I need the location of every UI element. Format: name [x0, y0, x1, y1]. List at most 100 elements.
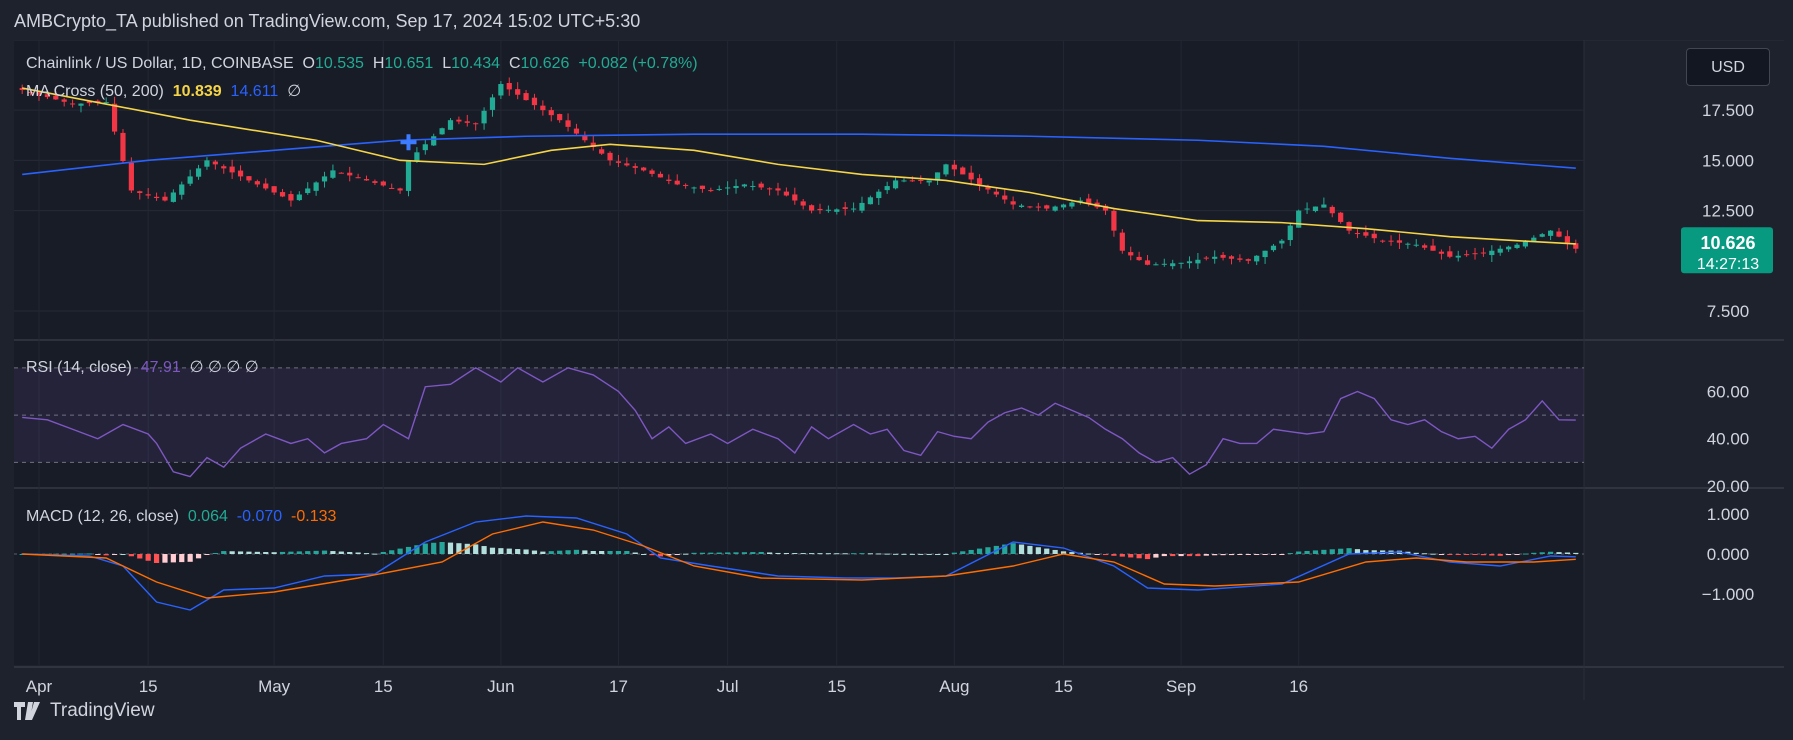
macd-histogram-bar [1102, 554, 1109, 556]
chart-canvas[interactable]: 17.500 15.000 12.500 7.500 60.00 40.00 20.00 1.… [0, 40, 1793, 700]
candle-down [162, 196, 168, 201]
time-tick-label: Jul [717, 677, 739, 696]
candle-up [1195, 259, 1201, 264]
macd-tick-label: 0.000 [1707, 545, 1750, 564]
candle-down [137, 191, 143, 193]
candle-down [960, 167, 966, 175]
candle-up [204, 160, 210, 167]
candle-up [1018, 205, 1025, 207]
ma-legend: MA Cross (50, 200) 10.839 14.611 ∅ [26, 81, 301, 101]
rsi-label: RSI (14, close) [26, 359, 132, 376]
macd-legend: MACD (12, 26, close) 0.064 -0.070 -0.133 [26, 508, 336, 526]
macd-histogram-bar [1178, 554, 1184, 557]
macd-histogram-bar [389, 550, 395, 554]
macd-histogram-bar [750, 552, 756, 554]
macd-histogram-bar [145, 554, 151, 561]
time-tick-label: Aug [939, 677, 969, 696]
macd-histogram-bar [1018, 544, 1025, 554]
macd-histogram-bar [523, 549, 529, 554]
symbol-label: Chainlink / US Dollar, 1D, COINBASE [26, 55, 294, 72]
candle-up [1262, 250, 1268, 258]
macd-histogram-bar [985, 547, 991, 554]
candle-down [1245, 259, 1251, 261]
macd-histogram-bar [1531, 552, 1537, 554]
rsi-extra: ∅ ∅ ∅ ∅ [189, 359, 259, 376]
macd-histogram-bar [1027, 545, 1033, 554]
price-tick-label: 7.500 [1707, 302, 1750, 321]
macd-histogram-bar [741, 552, 748, 554]
macd-histogram-bar [305, 551, 311, 554]
macd-tick-label: 1.000 [1707, 505, 1750, 524]
candle-down [111, 103, 118, 132]
macd-histogram-bar [1195, 554, 1201, 557]
low-value: 10.434 [451, 55, 501, 72]
macd-histogram-bar [725, 552, 731, 554]
macd-histogram-bar [708, 552, 714, 554]
candle-down [792, 194, 798, 201]
macd-histogram-bar [876, 553, 882, 555]
candle-up [867, 197, 873, 205]
candle-down [380, 181, 386, 186]
macd-histogram-bar [1128, 554, 1134, 558]
candle-down [607, 152, 613, 161]
candle-up [447, 120, 454, 130]
candle-up [489, 97, 496, 110]
candle-up [1279, 240, 1285, 244]
macd-histogram-bar [943, 554, 949, 555]
macd-histogram-bar [599, 551, 605, 554]
macd-histogram-bar [363, 553, 370, 555]
candle-up [1312, 206, 1319, 212]
macd-histogram-bar [1203, 554, 1209, 556]
macd-histogram-bar [515, 549, 521, 554]
time-tick-label: May [258, 677, 291, 696]
candle-down [456, 119, 462, 122]
macd-histogram-bar [859, 553, 865, 555]
time-tick-label: Apr [26, 677, 53, 696]
macd-histogram-bar [683, 553, 689, 555]
macd-histogram-bar [834, 553, 840, 555]
candle-down [1237, 258, 1243, 260]
macd-histogram-bar [1161, 554, 1167, 557]
candle-down [666, 179, 672, 181]
currency-button[interactable]: USD [1686, 48, 1770, 86]
candle-up [1178, 262, 1184, 264]
macd-histogram-bar [237, 551, 244, 554]
macd-histogram-bar [1346, 548, 1352, 554]
candle-down [473, 123, 479, 125]
macd-histogram-bar [1556, 552, 1562, 554]
time-tick-label: Jun [487, 677, 514, 696]
candle-up [926, 180, 932, 183]
macd-histogram-bar [1144, 554, 1151, 560]
candle-up [850, 208, 857, 210]
candle-up [179, 184, 185, 195]
candle-down [363, 179, 370, 181]
candle-up [884, 186, 890, 191]
macd-histogram-bar [1262, 554, 1268, 555]
candle-down [817, 208, 823, 211]
candle-down [565, 120, 571, 127]
candle-down [548, 110, 554, 116]
macd-histogram-bar [926, 553, 932, 555]
candle-down [783, 191, 790, 196]
high-label: H [372, 55, 385, 72]
candle-down [1027, 206, 1033, 208]
candle-down [599, 149, 605, 154]
macd-histogram-bar [1480, 554, 1487, 556]
candle-down [758, 183, 764, 188]
candle-up [498, 84, 504, 96]
macd-histogram-bar [901, 553, 907, 555]
macd-histogram-bar [1312, 550, 1319, 554]
candle-down [767, 188, 773, 190]
candle-up [943, 164, 949, 175]
candle-up [1548, 230, 1554, 236]
candle-down [1371, 233, 1377, 239]
candle-up [1321, 204, 1327, 208]
candle-down [397, 188, 403, 191]
candle-up [859, 202, 865, 211]
candle-down [237, 170, 244, 177]
candle-up [901, 180, 907, 182]
macd-histogram-bar [86, 553, 92, 555]
macd-histogram-bar [431, 542, 437, 554]
macd-histogram-bar [800, 553, 806, 555]
macd-histogram-bar [1052, 549, 1058, 554]
